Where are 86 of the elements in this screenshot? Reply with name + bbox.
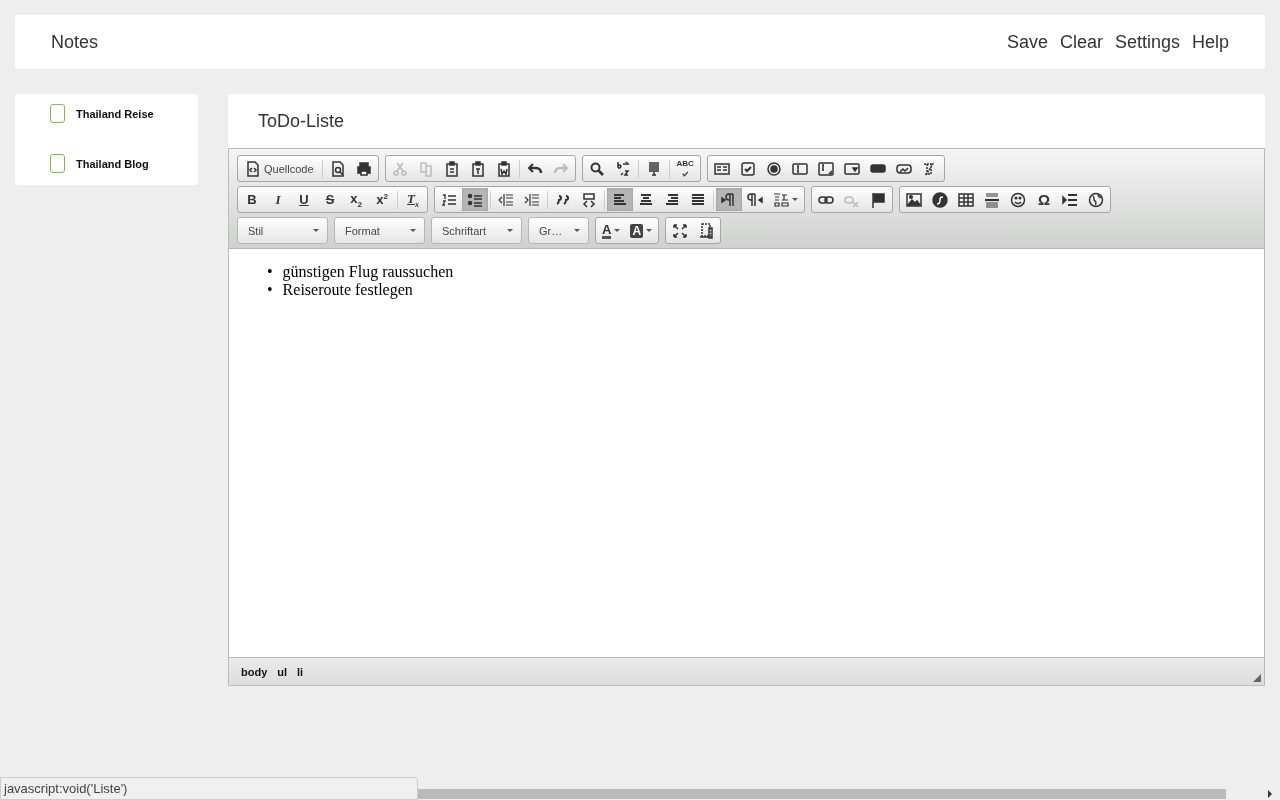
list-bullet: • <box>267 263 273 281</box>
globe-icon <box>1088 191 1104 208</box>
element-path-link[interactable]: ul <box>277 665 288 678</box>
text-field-icon <box>791 160 808 177</box>
caret-icon <box>410 229 416 232</box>
scissors-icon <box>391 160 408 177</box>
pilcrow-left-icon <box>747 191 763 208</box>
align-left-button[interactable] <box>607 188 633 211</box>
clipboard-icon <box>443 160 460 177</box>
replace-icon <box>614 160 631 177</box>
editor-content[interactable]: • günstigen Flug raussuchen • Reiseroute festlegen <box>229 249 1264 657</box>
bold-button[interactable]: B <box>239 188 265 211</box>
pilcrow-right-icon <box>721 191 737 208</box>
menu-link[interactable]: Clear <box>1059 31 1103 53</box>
outdent-icon <box>498 191 514 208</box>
horizontal-rule-icon <box>984 191 1000 208</box>
strikethrough-button[interactable]: S <box>317 188 343 211</box>
scroll-right-arrow-icon[interactable] <box>1268 790 1272 798</box>
note-link[interactable]: Thailand Reise <box>76 107 154 120</box>
list-item-text: günstigen Flug raussuchen <box>282 263 454 281</box>
language-icon <box>773 191 789 208</box>
text-area-icon <box>817 160 834 177</box>
caret-icon <box>507 229 513 232</box>
dropdown-button[interactable]: Stil <box>237 217 328 244</box>
underline-button[interactable]: U <box>291 188 317 211</box>
text-color-button[interactable]: A <box>597 219 626 242</box>
italic-button[interactable]: I <box>265 188 291 211</box>
source-button[interactable]: Quellcode <box>239 157 320 180</box>
maximize-icon <box>672 222 689 239</box>
menu-link[interactable]: Save <box>1006 31 1048 53</box>
list-bullet: • <box>267 281 273 299</box>
caret-icon <box>614 229 621 232</box>
subscript-button[interactable]: x$_{2}$ <box>343 188 369 211</box>
dropdown-button[interactable]: Format <box>334 217 425 244</box>
numbered-list-icon <box>441 191 457 208</box>
ltr-button[interactable] <box>716 188 742 211</box>
radio-icon <box>765 160 782 177</box>
bulleted-list-icon <box>467 191 483 208</box>
remove-format-button[interactable]: T$_{x}$ <box>400 188 426 211</box>
caret-icon <box>646 229 653 232</box>
bulleted-list-button[interactable] <box>462 188 488 211</box>
resize-grip-icon[interactable] <box>1253 674 1261 682</box>
caret-icon <box>313 229 319 232</box>
note-checkbox[interactable] <box>50 104 65 123</box>
background-color-button[interactable]: A <box>625 219 658 242</box>
align-center-icon <box>638 191 654 208</box>
menu-link[interactable]: Help <box>1191 31 1229 53</box>
search-icon <box>588 160 605 177</box>
app-title: Notes <box>51 31 99 53</box>
element-path-link[interactable]: li <box>297 665 304 678</box>
align-left-icon <box>612 191 628 208</box>
flash-circle-icon <box>932 191 948 208</box>
indent-icon <box>524 191 540 208</box>
flag-icon <box>870 191 886 208</box>
caret-icon <box>792 198 798 201</box>
align-right-icon <box>664 191 680 208</box>
div-container-icon <box>581 191 597 208</box>
superscript-button[interactable]: x$^{2}$ <box>369 188 395 211</box>
clipboard-text-icon <box>469 160 486 177</box>
clipboard-word-icon <box>495 160 512 177</box>
form-icon <box>713 160 730 177</box>
printer-icon <box>355 160 372 177</box>
page-break-icon <box>1062 191 1078 208</box>
caret-icon <box>574 229 580 232</box>
menu-link[interactable]: Settings <box>1114 31 1180 53</box>
table-icon <box>958 191 974 208</box>
smiley-icon <box>1010 191 1026 208</box>
special-character-button[interactable]: Ω <box>1031 188 1057 211</box>
dropdown-button[interactable]: Schriftart <box>431 217 522 244</box>
browser-status-text: javascript:void('Liste') <box>0 777 418 800</box>
select-field-icon <box>843 160 860 177</box>
scrollbar-thumb[interactable] <box>418 789 1226 799</box>
checkbox-icon <box>739 160 756 177</box>
note-checkbox[interactable] <box>50 154 65 173</box>
show-blocks-icon <box>698 222 715 239</box>
spellcheck-button[interactable]: ABC <box>671 157 699 180</box>
source-document-icon <box>245 160 261 177</box>
note-title: ToDo-Liste <box>258 110 345 132</box>
note-link[interactable]: Thailand Blog <box>76 157 149 170</box>
justify-icon <box>690 191 706 208</box>
copy-icon <box>417 160 434 177</box>
element-path-link[interactable]: body <box>241 665 268 678</box>
picture-icon <box>906 191 922 208</box>
list-item-text: Reiseroute festlegen <box>282 281 413 299</box>
preview-document-icon <box>329 160 346 177</box>
dropdown-button[interactable]: Gr… <box>528 217 589 244</box>
